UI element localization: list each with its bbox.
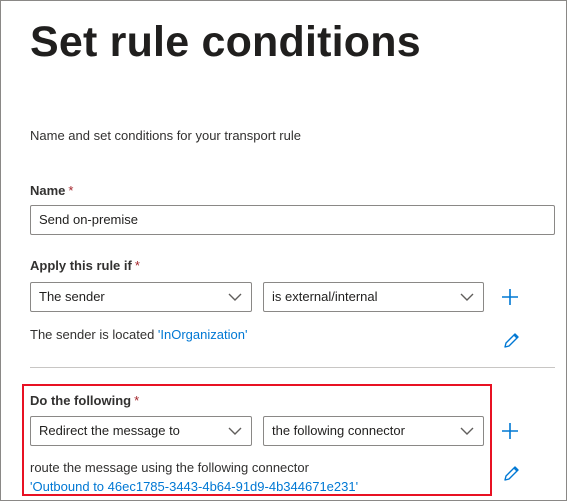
rule-name-input[interactable]: Send on-premise: [30, 205, 555, 235]
action-dropdown[interactable]: Redirect the message to: [30, 416, 252, 446]
action-label-text: Do the following: [30, 393, 132, 408]
chevron-down-icon: [460, 427, 474, 435]
operator-dropdown-value: is external/internal: [272, 289, 378, 304]
page-title: Set rule conditions: [30, 18, 421, 66]
action-description-line: route the message using the following co…: [30, 460, 309, 475]
operator-dropdown[interactable]: is external/internal: [263, 282, 484, 312]
condition-dropdown-value: The sender: [39, 289, 105, 304]
action-label: Do the following *: [30, 393, 139, 408]
condition-description-text: The sender is located: [30, 327, 158, 342]
condition-value-link[interactable]: 'InOrganization': [158, 327, 248, 342]
target-dropdown-value: the following connector: [272, 423, 405, 438]
chevron-down-icon: [228, 427, 242, 435]
chevron-down-icon: [228, 293, 242, 301]
apply-rule-label-text: Apply this rule if: [30, 258, 132, 273]
target-dropdown[interactable]: the following connector: [263, 416, 484, 446]
chevron-down-icon: [460, 293, 474, 301]
name-label: Name *: [30, 183, 73, 198]
required-mark: *: [134, 258, 140, 273]
connector-link[interactable]: 'Outbound to 46ec1785-3443-4b64-91d9-4b3…: [30, 479, 358, 494]
action-dropdown-value: Redirect the message to: [39, 423, 180, 438]
add-action-plus-icon[interactable]: [501, 422, 519, 440]
section-divider: [30, 367, 555, 368]
name-label-text: Name: [30, 183, 66, 198]
rule-name-value: Send on-premise: [39, 212, 138, 227]
edit-action-pencil-icon[interactable]: [503, 464, 521, 482]
condition-dropdown[interactable]: The sender: [30, 282, 252, 312]
apply-rule-label: Apply this rule if *: [30, 258, 140, 273]
required-mark: *: [134, 393, 140, 408]
add-condition-plus-icon[interactable]: [501, 288, 519, 306]
required-mark: *: [68, 183, 74, 198]
condition-description: The sender is located 'InOrganization': [30, 327, 247, 342]
edit-condition-pencil-icon[interactable]: [503, 331, 521, 349]
page-subtitle: Name and set conditions for your transpo…: [30, 128, 301, 143]
